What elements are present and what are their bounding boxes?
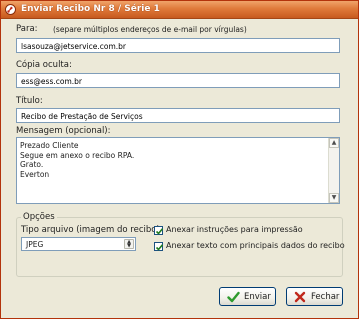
para-hint: (separe múltiplos endereços de e-mail po… [53, 25, 247, 34]
opcoes-group-title: Opções [21, 212, 57, 222]
anexar-instrucoes-checkbox[interactable] [154, 226, 164, 235]
mensagem-line: Everton [20, 169, 50, 179]
title-bar[interactable]: Enviar Recibo Nr 8 / Série 1 [1, 1, 358, 19]
tipo-arquivo-label: Tipo arquivo (imagem do recibo): [21, 225, 163, 235]
spinner-arrows-icon[interactable]: ▲ ▼ [124, 239, 134, 249]
mensagem-line: Prezado Cliente [20, 141, 79, 150]
mensagem-scrollbar[interactable]: ▲ ▼ [328, 138, 339, 203]
scroll-down-icon[interactable]: ▼ [329, 193, 339, 203]
titulo-label: Título: [16, 96, 43, 106]
anexar-instrucoes-label[interactable]: Anexar instruções para impressão [166, 225, 303, 234]
app-icon [5, 4, 16, 15]
window-title: Enviar Recibo Nr 8 / Série 1 [21, 4, 160, 14]
checkmark-icon [155, 228, 164, 235]
para-input[interactable]: lsasouza@jetservice.com.br [16, 38, 340, 53]
mensagem-lines: Prezado Cliente Segue em anexo o recibo … [20, 141, 134, 179]
scroll-up-icon[interactable]: ▲ [329, 138, 339, 148]
checkmark-icon [155, 244, 164, 251]
tipo-arquivo-value: JPEG [26, 240, 44, 249]
copia-input[interactable]: ess@ess.com.br [16, 73, 340, 88]
mensagem-label: Mensagem (opcional): [16, 126, 111, 136]
mensagem-textarea[interactable]: Prezado Cliente Segue em anexo o recibo … [16, 137, 340, 204]
enviar-button[interactable]: Enviar [219, 287, 276, 306]
para-label: Para: [16, 24, 38, 34]
tipo-arquivo-select[interactable]: JPEG ▲ ▼ [21, 237, 136, 251]
mensagem-line: Grato. [20, 160, 44, 169]
fechar-button[interactable]: Fechar [286, 287, 343, 306]
send-receipt-dialog: Enviar Recibo Nr 8 / Série 1 Para: (sepa… [0, 0, 359, 319]
copia-label: Cópia oculta: [16, 60, 72, 70]
anexar-texto-checkbox[interactable] [154, 242, 164, 251]
checkmark-icon [227, 291, 240, 306]
anexar-texto-label[interactable]: Anexar texto com principais dados do rec… [166, 241, 345, 250]
close-icon [294, 291, 306, 306]
fechar-label: Fechar [311, 292, 340, 302]
mensagem-line: Segue em anexo o recibo RPA. [20, 150, 135, 160]
titulo-input[interactable]: Recibo de Prestação de Serviços [16, 108, 340, 123]
enviar-label: Enviar [244, 292, 271, 302]
